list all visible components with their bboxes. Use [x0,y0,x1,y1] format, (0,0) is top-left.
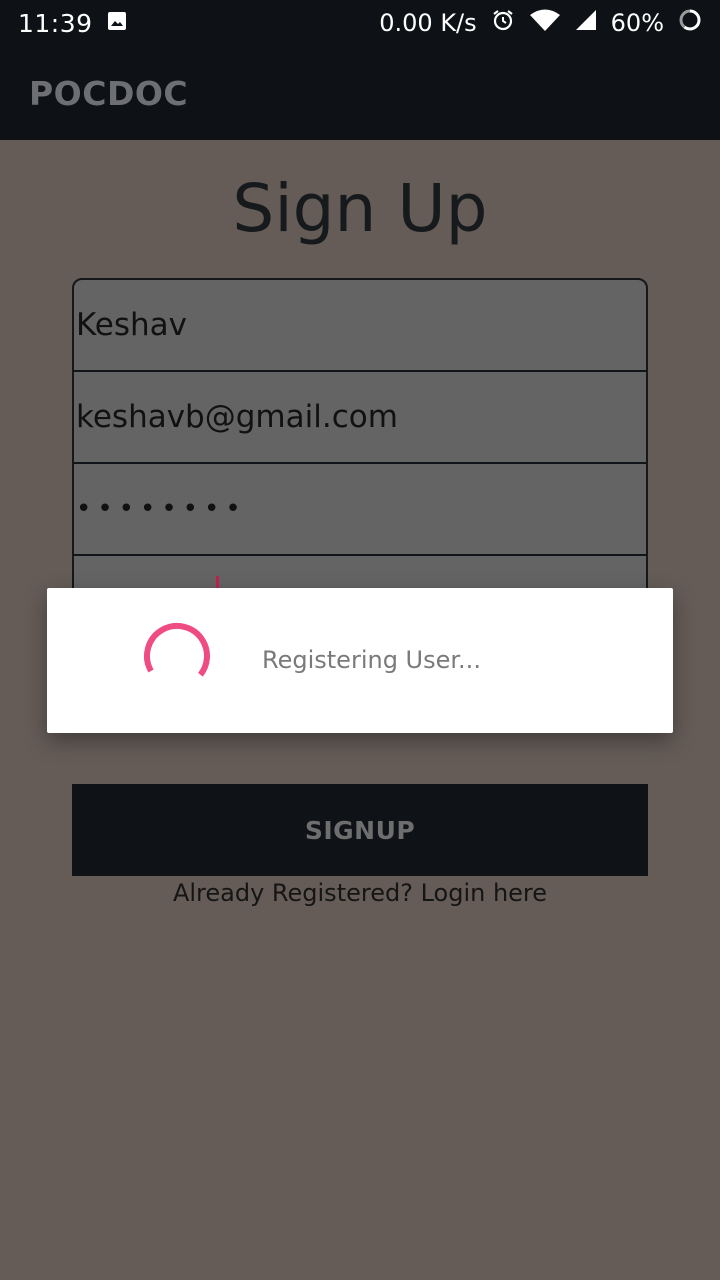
status-bar-right: 0.00 K/s 60% [379,8,702,38]
wifi-icon [529,8,561,38]
alarm-icon [491,8,515,38]
gallery-icon [107,9,127,37]
clock: 11:39 [18,8,93,38]
email-field[interactable]: keshavb@gmail.com [74,372,646,464]
loading-spinner-icon [144,623,210,689]
page-title: Sign Up [232,170,488,247]
app-title: POCDOC [29,73,189,113]
app-bar: POCDOC [0,46,720,140]
network-speed: 0.00 K/s [379,9,477,37]
dialog-message: Registering User... [262,646,481,674]
login-link[interactable]: Already Registered? Login here [0,879,720,907]
battery-percent: 60% [610,9,664,37]
status-bar-left: 11:39 [18,9,127,38]
battery-icon [678,8,702,38]
signup-button[interactable]: SIGNUP [72,784,648,876]
name-field[interactable]: Keshav [74,280,646,372]
password-field[interactable]: •••••••• [74,464,646,556]
status-bar: 11:39 0.00 K/s 60% [0,0,720,46]
cellular-signal-icon [575,9,597,37]
screen: 11:39 0.00 K/s 60% POCDOC Sign Up Keshav… [0,0,720,1280]
progress-dialog: Registering User... [47,588,673,733]
